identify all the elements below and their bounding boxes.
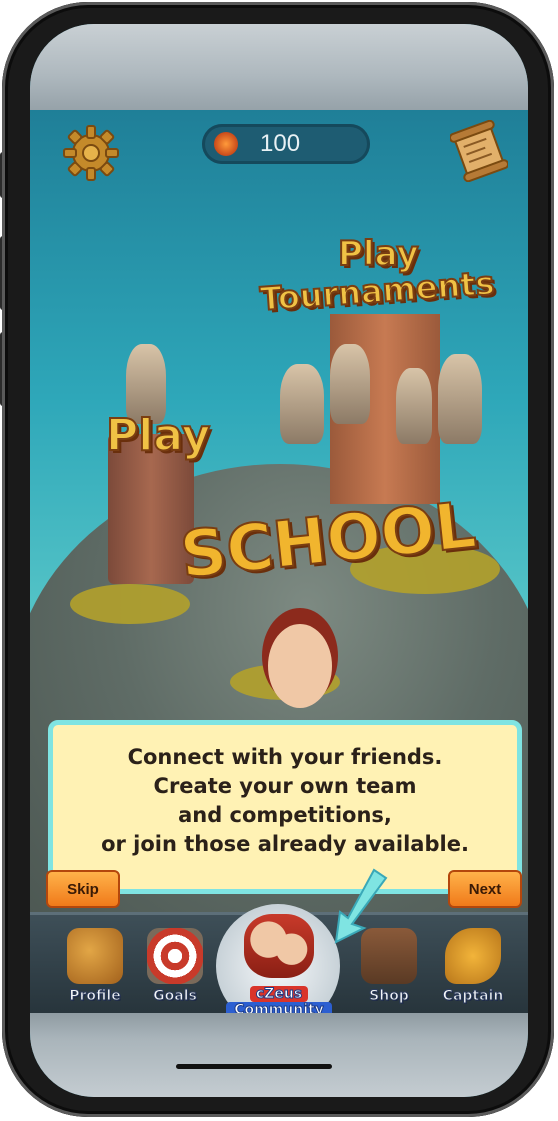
nav-label: Profile <box>69 988 121 1005</box>
next-button[interactable]: Next <box>448 870 522 908</box>
nav-item-goals[interactable]: Goals <box>140 922 210 1012</box>
nav-label: Captain <box>442 988 504 1005</box>
scroll-map-icon[interactable] <box>450 120 508 182</box>
stone-border-top <box>30 24 528 110</box>
nav-item-profile[interactable]: Profile <box>60 922 130 1012</box>
tutorial-message: Connect with your friends. Create your o… <box>53 743 517 859</box>
warrior-statue <box>438 354 482 444</box>
winged-helmet-icon <box>445 928 501 984</box>
warrior-statue <box>280 364 324 444</box>
home-indicator[interactable] <box>176 1064 332 1069</box>
stone-border-bottom <box>30 1013 528 1097</box>
play-label[interactable]: Play <box>105 409 211 462</box>
target-icon <box>147 928 203 984</box>
tutorial-line: or join those already available. <box>101 832 469 856</box>
nav-label: Shop <box>369 988 410 1005</box>
skip-button[interactable]: Skip <box>46 870 120 908</box>
nav-item-captain[interactable]: Captain <box>438 922 508 1012</box>
guide-character <box>268 624 332 708</box>
warrior-statue <box>396 368 432 444</box>
game-screen: 100 Play Play Tournaments SCHOOL Connect… <box>30 24 528 1097</box>
coin-icon <box>214 132 238 156</box>
tutorial-line: and competitions, <box>178 803 392 827</box>
warrior-statue <box>330 344 370 424</box>
coin-counter: 100 <box>202 124 370 164</box>
nav-label-line: cZeus <box>250 986 308 1003</box>
profile-icon <box>67 928 123 984</box>
moss-patch <box>70 584 190 624</box>
arrow-pointer-icon <box>334 868 388 944</box>
tutorial-line: Create your own team <box>153 774 417 798</box>
community-avatars-icon <box>244 914 314 978</box>
tournaments-label-line1[interactable]: Play <box>337 233 420 275</box>
coin-count: 100 <box>260 130 301 157</box>
nav-label: Goals <box>153 988 198 1005</box>
tutorial-line: Connect with your friends. <box>127 745 443 769</box>
gear-icon[interactable] <box>62 124 120 182</box>
tutorial-tooltip: Connect with your friends. Create your o… <box>48 720 522 894</box>
